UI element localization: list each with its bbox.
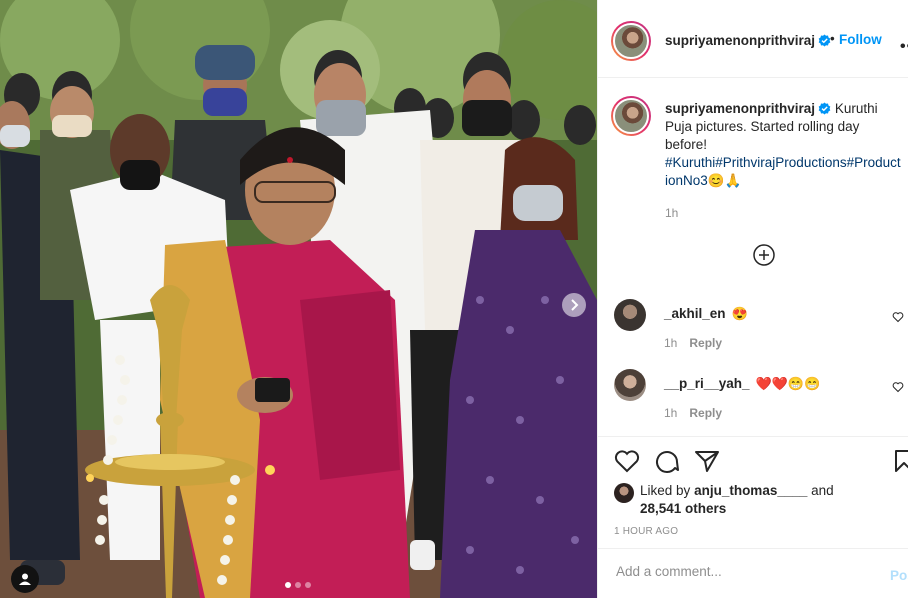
reply-button[interactable]: Reply <box>689 336 722 350</box>
action-bar <box>598 436 908 487</box>
share-icon[interactable] <box>694 449 720 473</box>
heart-icon[interactable] <box>892 311 904 323</box>
post-timestamp: 1 HOUR AGO <box>614 526 679 537</box>
likes-conjunction: and <box>811 483 834 498</box>
verified-badge-icon <box>818 102 831 115</box>
like-heart-icon[interactable] <box>614 449 640 473</box>
reply-button[interactable]: Reply <box>689 406 722 420</box>
post-photo-image <box>0 0 597 598</box>
add-circle-icon[interactable] <box>753 244 775 266</box>
carousel-dot <box>285 582 291 588</box>
carousel-dot <box>295 582 301 588</box>
author-username-row: supriyamenonprithviraj <box>665 32 831 50</box>
author-avatar[interactable] <box>611 21 651 61</box>
follow-separator: • <box>830 31 835 46</box>
post-header: supriyamenonprithviraj • Follow ••• <box>598 0 908 78</box>
add-comment-input[interactable] <box>614 563 868 580</box>
heart-icon[interactable] <box>892 381 904 393</box>
post-photo[interactable] <box>0 0 597 598</box>
comment-icon[interactable] <box>654 449 680 473</box>
carousel-dot <box>305 582 311 588</box>
bookmark-icon[interactable] <box>894 449 908 473</box>
post-comment-button[interactable]: Post <box>890 568 908 583</box>
caption-timestamp: 1h <box>665 206 679 220</box>
post-caption: supriyamenonprithviraj Kuruthi Puja pict… <box>665 100 903 190</box>
author-username[interactable]: supriyamenonprithviraj <box>665 33 815 48</box>
follow-button[interactable]: Follow <box>839 32 882 47</box>
carousel-indicator <box>285 582 311 588</box>
commenter-avatar[interactable] <box>614 369 646 401</box>
commenter-username[interactable]: _akhil_en <box>664 306 726 321</box>
caption-emojis: 😊🙏 <box>707 173 742 188</box>
commenter-username[interactable]: __p_ri__yah_ <box>664 376 750 391</box>
user-tag-icon <box>19 573 31 585</box>
commenter-avatar[interactable] <box>614 299 646 331</box>
liker-avatar[interactable] <box>614 483 634 503</box>
likes-prefix: Liked by <box>640 483 691 498</box>
comment-text: 😍 <box>731 306 748 321</box>
post-details-panel: supriyamenonprithviraj • Follow ••• supr… <box>597 0 908 598</box>
carousel-next-button[interactable] <box>562 293 586 317</box>
caption-hashtags[interactable]: #Kuruthi#PrithvirajProductions#Productio… <box>665 155 901 188</box>
tagged-users-button[interactable] <box>11 565 39 593</box>
comment-text: ❤️❤️😁😁 <box>755 376 821 391</box>
likes-count[interactable]: 28,541 others <box>640 501 726 516</box>
comment-time: 1h <box>664 336 678 350</box>
liker-username[interactable]: anju_thomas____ <box>694 483 807 498</box>
comment-time: 1h <box>664 406 678 420</box>
comments-section: supriyamenonprithviraj Kuruthi Puja pict… <box>598 78 908 436</box>
comment-bar: Post <box>598 548 908 598</box>
caption-author-avatar[interactable] <box>611 96 651 136</box>
more-options-button[interactable]: ••• <box>900 38 908 56</box>
chevron-right-icon <box>571 299 579 311</box>
caption-username[interactable]: supriyamenonprithviraj <box>665 101 815 116</box>
